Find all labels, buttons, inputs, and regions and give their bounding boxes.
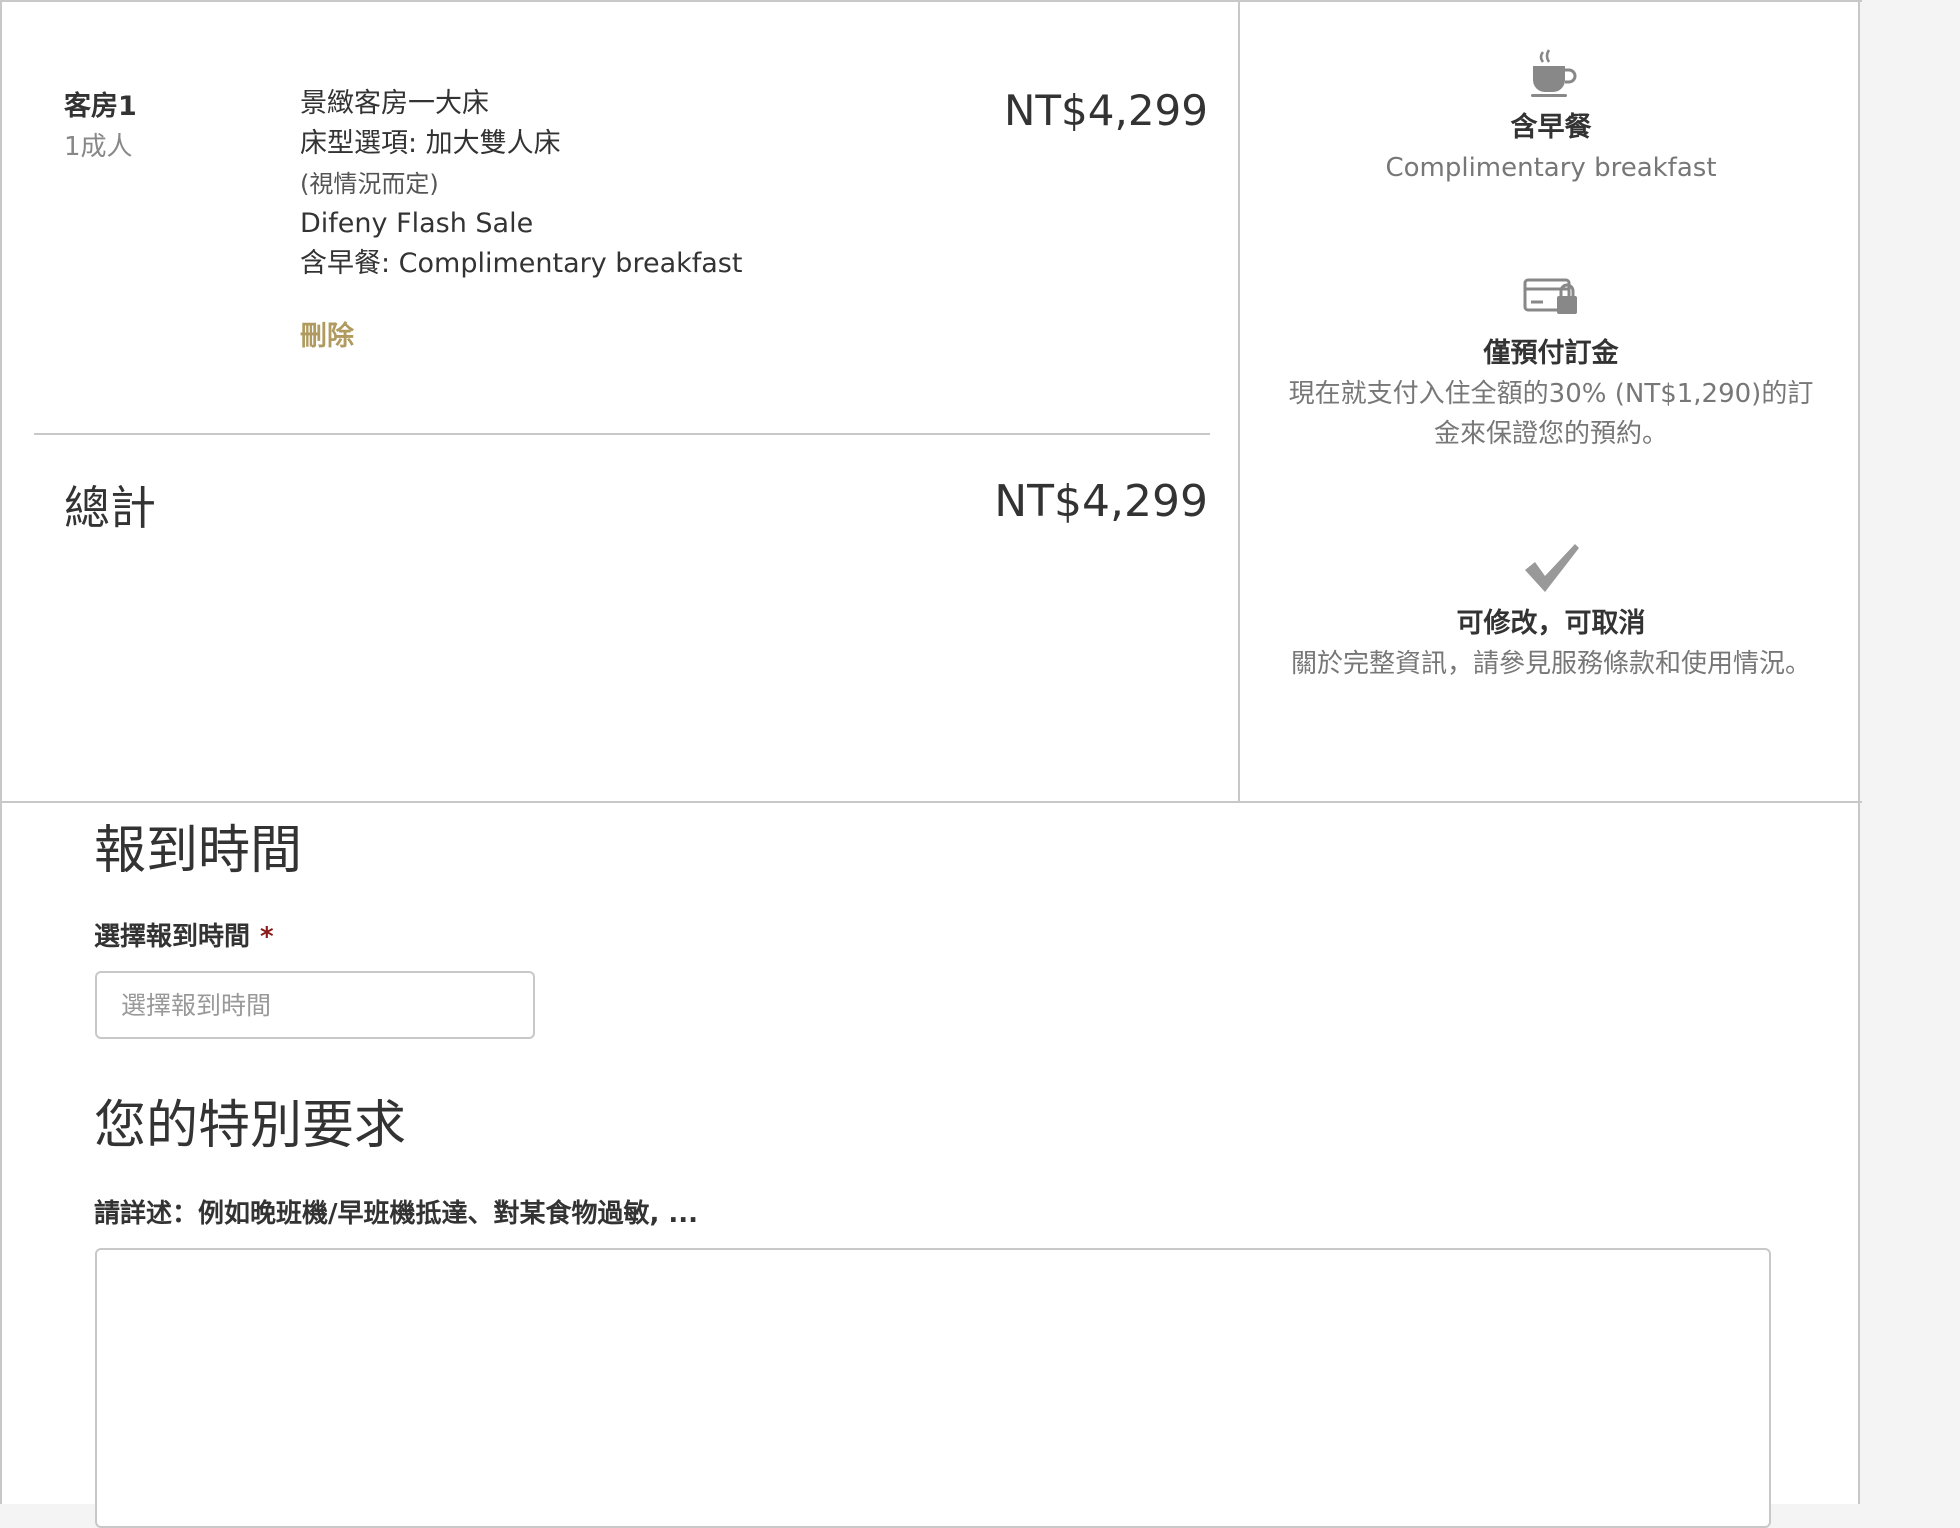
checkmark-icon xyxy=(1525,544,1579,592)
checkin-time-input[interactable] xyxy=(95,971,535,1039)
room-details: 景緻客房一大床 床型選項: 加大雙人床 (視情況而定) Difeny Flash… xyxy=(300,84,920,284)
room-label: 客房1 xyxy=(64,91,137,122)
total-price: NT$4,299 xyxy=(994,476,1208,527)
feature-cancellation: 可修改，可取消 關於完整資訊，請參見服務條款和使用情況。 xyxy=(1242,542,1860,684)
coffee-cup-icon xyxy=(1531,49,1577,97)
booking-page: 客房1 1成人 景緻客房一大床 床型選項: 加大雙人床 (視情況而定) Dife… xyxy=(0,0,1862,1528)
room-name: 景緻客房一大床 xyxy=(300,88,489,119)
room-price: NT$4,299 xyxy=(1003,86,1208,135)
features-panel: 含早餐 Complimentary breakfast 僅預付訂金 現在就支付入… xyxy=(1242,2,1860,803)
required-mark: * xyxy=(260,922,274,952)
rate-name: Difeny Flash Sale xyxy=(300,208,534,239)
special-request-title: 您的特別要求 xyxy=(94,1096,407,1156)
checkin-section-title: 報到時間 xyxy=(94,821,303,881)
feature-desc: 現在就支付入住全額的30% (NT$1,290)的訂金來保證您的預約。 xyxy=(1288,379,1814,449)
bed-option: 床型選項: 加大雙人床 xyxy=(300,128,561,159)
feature-breakfast: 含早餐 Complimentary breakfast xyxy=(1242,48,1860,188)
feature-deposit: 僅預付訂金 現在就支付入住全額的30% (NT$1,290)的訂金來保證您的預約… xyxy=(1242,276,1860,454)
checkin-label-text: 選擇報到時間 xyxy=(94,922,251,952)
meal-info: 含早餐: Complimentary breakfast xyxy=(300,248,743,279)
feature-desc: Complimentary breakfast xyxy=(1385,153,1717,183)
feature-desc: 關於完整資訊，請參見服務條款和使用情況。 xyxy=(1290,649,1811,679)
card-lock-icon xyxy=(1523,278,1577,314)
checkin-field-label: 選擇報到時間 * xyxy=(94,916,274,953)
total-label: 總計 xyxy=(64,481,156,535)
feature-title: 僅預付訂金 xyxy=(1483,338,1619,369)
room-summary-panel: 客房1 1成人 景緻客房一大床 床型選項: 加大雙人床 (視情況而定) Dife… xyxy=(2,2,1240,803)
special-request-label: 請詳述：例如晚班機/早班機抵達、對某食物過敏, ... xyxy=(94,1199,699,1229)
special-request-textarea[interactable] xyxy=(95,1248,1771,1528)
room-occupancy: 1成人 xyxy=(64,132,133,162)
remove-room-link[interactable]: 刪除 xyxy=(300,314,354,353)
booking-summary: 客房1 1成人 景緻客房一大床 床型選項: 加大雙人床 (視情況而定) Dife… xyxy=(2,0,1862,803)
feature-title: 可修改，可取消 xyxy=(1456,608,1646,639)
feature-title: 含早餐 xyxy=(1510,112,1592,143)
divider xyxy=(34,433,1210,435)
bed-note: (視情況而定) xyxy=(300,170,439,198)
